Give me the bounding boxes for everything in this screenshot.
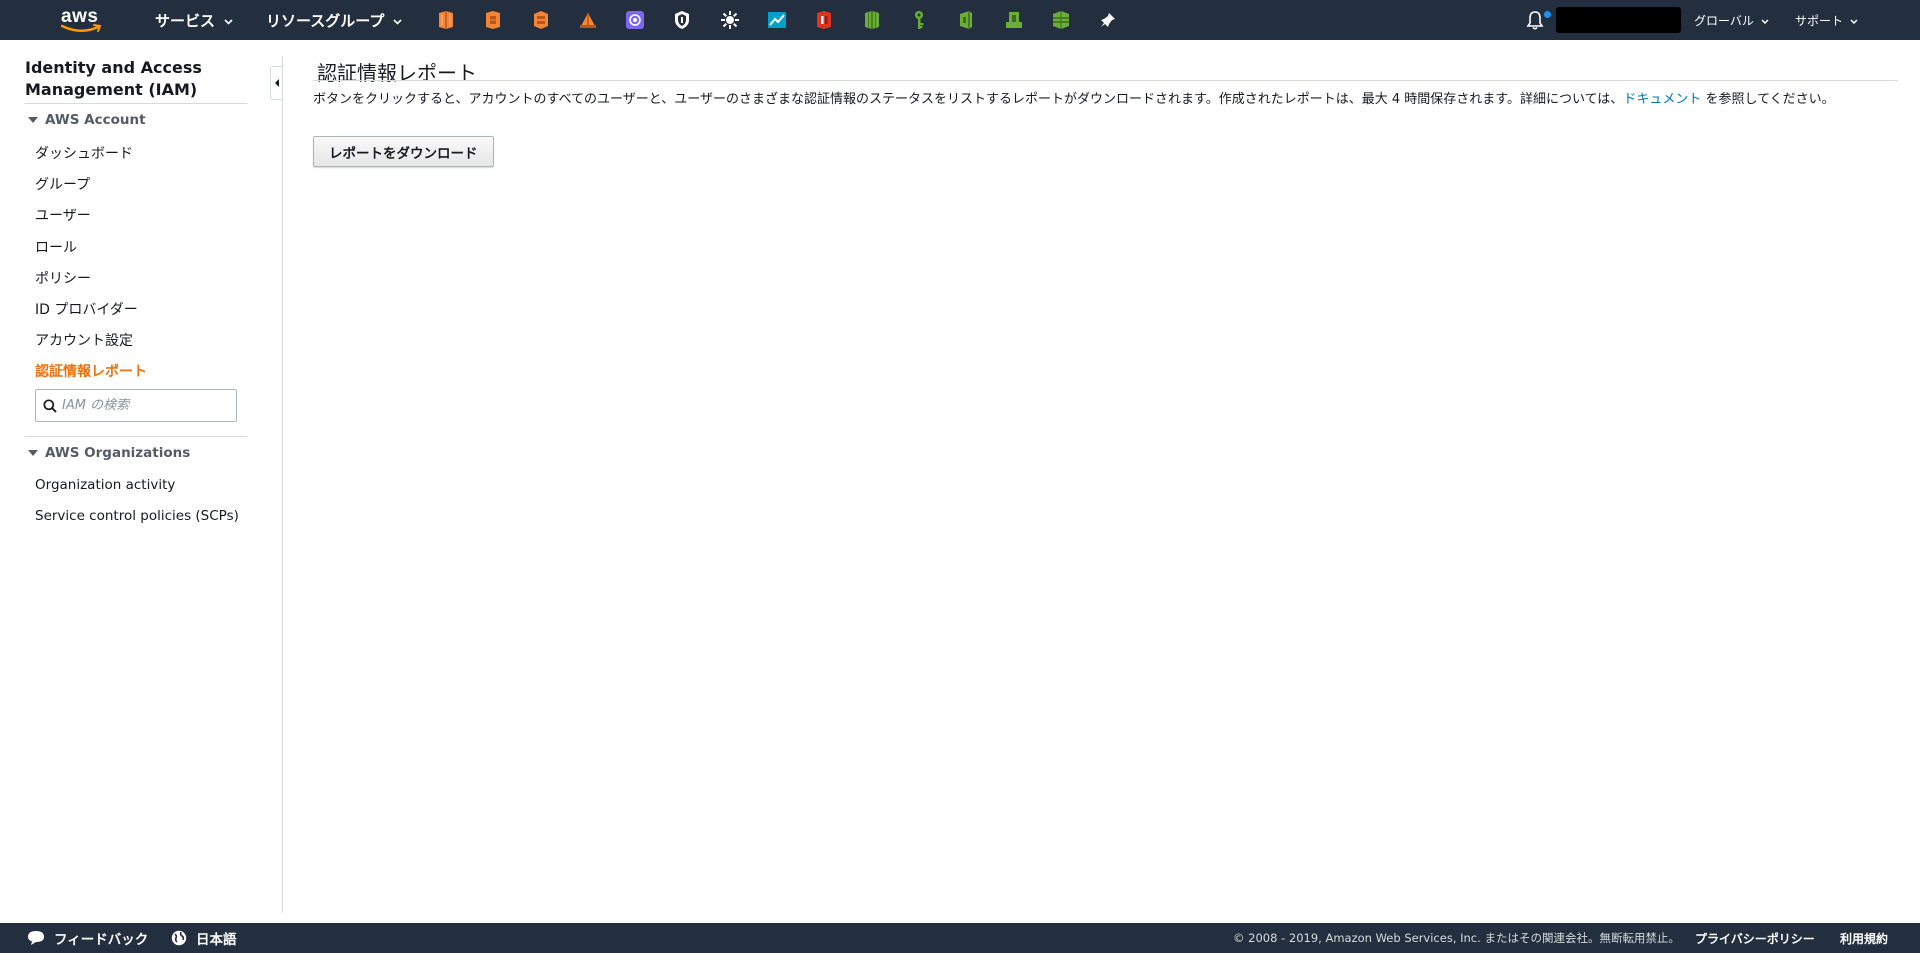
sidebar-item-credential-report[interactable]: 認証情報レポート <box>35 361 147 381</box>
service-green-icon[interactable] <box>954 8 978 32</box>
chevron-down-icon <box>1761 13 1769 27</box>
sidebar-item-service-control-policies[interactable]: Service control policies (SCPs) <box>35 508 239 524</box>
key-icon[interactable] <box>907 8 931 32</box>
chevron-down-icon <box>393 11 402 29</box>
ec2-icon[interactable] <box>434 8 458 32</box>
description-text: ボタンをクリックすると、アカウントのすべてのユーザーと、ユーザーのさまざまな認証… <box>313 92 1624 107</box>
chevron-down-icon <box>1850 13 1858 27</box>
lightsail-icon[interactable] <box>576 8 600 32</box>
aws-smile-icon <box>61 24 102 32</box>
title-divider <box>313 80 1898 81</box>
globe-icon <box>171 930 187 946</box>
section-aws-account-label: AWS Account <box>45 112 146 128</box>
support-menu-label: サポート <box>1795 13 1844 28</box>
top-navigation-bar: aws サービス リソースグループ グローバル サポート <box>0 0 1920 40</box>
resource-groups-menu-label: リソースグループ <box>266 11 385 30</box>
search-icon <box>43 398 57 413</box>
terms-of-use-link[interactable]: 利用規約 <box>1840 923 1888 953</box>
sidebar-item-organization-activity[interactable]: Organization activity <box>35 477 175 493</box>
iam-search-box[interactable] <box>35 389 237 422</box>
sidebar-item-policies[interactable]: ポリシー <box>35 268 91 288</box>
settings-sun-icon[interactable] <box>718 8 742 32</box>
sidebar-item-identity-providers[interactable]: ID プロバイダー <box>35 299 138 319</box>
sidebar-item-dashboard[interactable]: ダッシュボード <box>35 143 133 163</box>
ecs-icon[interactable] <box>481 8 505 32</box>
account-menu-redacted[interactable] <box>1556 7 1681 33</box>
language-label: 日本語 <box>196 932 237 948</box>
iam-red-icon[interactable] <box>812 8 836 32</box>
chevron-down-icon <box>224 11 233 29</box>
page-title: 認証情報レポート <box>317 61 477 85</box>
aws-logo[interactable]: aws <box>60 4 104 36</box>
support-menu[interactable]: サポート <box>1795 0 1858 40</box>
sidebar-divider <box>25 436 247 437</box>
ec2-container-registry-icon[interactable] <box>529 8 553 32</box>
quicksight-icon[interactable] <box>765 8 789 32</box>
security-shield-icon[interactable] <box>670 8 694 32</box>
caret-left-icon <box>275 79 279 87</box>
feedback-button[interactable]: フィードバック <box>27 923 148 953</box>
section-aws-organizations[interactable]: AWS Organizations <box>28 445 190 461</box>
copyright-text: © 2008 - 2019, Amazon Web Services, Inc.… <box>1233 931 1680 945</box>
s3-icon[interactable] <box>860 8 884 32</box>
sidebar-item-groups[interactable]: グループ <box>35 174 90 194</box>
service-shortcuts <box>434 8 1143 32</box>
sidebar-item-roles[interactable]: ロール <box>35 237 77 257</box>
description-text-after: を参照してください。 <box>1701 92 1835 107</box>
footer: フィードバック 日本語 © 2008 - 2019, Amazon Web Se… <box>0 923 1920 953</box>
caret-down-icon <box>28 117 38 123</box>
region-menu[interactable]: グローバル <box>1694 0 1769 40</box>
sidebar-divider <box>25 103 247 104</box>
language-selector[interactable]: 日本語 <box>171 923 237 953</box>
section-aws-account[interactable]: AWS Account <box>28 112 146 128</box>
privacy-policy-link[interactable]: プライバシーポリシー <box>1695 923 1815 953</box>
sns-icon[interactable] <box>1002 8 1026 32</box>
section-aws-organizations-label: AWS Organizations <box>45 445 191 461</box>
sidebar: Identity and Access Management (IAM) AWS… <box>0 40 270 913</box>
services-menu-label: サービス <box>155 11 216 30</box>
service-title[interactable]: Identity and Access Management (IAM) <box>25 57 245 101</box>
sidebar-item-account-settings[interactable]: アカウント設定 <box>35 330 133 350</box>
documentation-link[interactable]: ドキュメント <box>1623 92 1701 107</box>
services-menu[interactable]: サービス <box>155 0 233 40</box>
cognito-icon[interactable] <box>623 8 647 32</box>
elastic-beanstalk-icon[interactable] <box>1049 8 1073 32</box>
feedback-label: フィードバック <box>54 932 149 948</box>
notification-indicator <box>1544 11 1551 18</box>
download-report-button[interactable]: レポートをダウンロード <box>313 136 494 167</box>
iam-search-input[interactable] <box>62 398 212 413</box>
sidebar-item-users[interactable]: ユーザー <box>35 205 91 225</box>
page-description: ボタンをクリックすると、アカウントのすべてのユーザーと、ユーザーのさまざまな認証… <box>313 91 1898 109</box>
notifications-bell-icon[interactable] <box>1526 10 1546 30</box>
speech-bubble-icon <box>27 930 45 946</box>
pin-icon[interactable] <box>1096 8 1120 32</box>
resource-groups-menu[interactable]: リソースグループ <box>266 0 402 40</box>
region-menu-label: グローバル <box>1694 13 1754 28</box>
caret-down-icon <box>28 450 38 456</box>
sidebar-border <box>282 56 283 913</box>
